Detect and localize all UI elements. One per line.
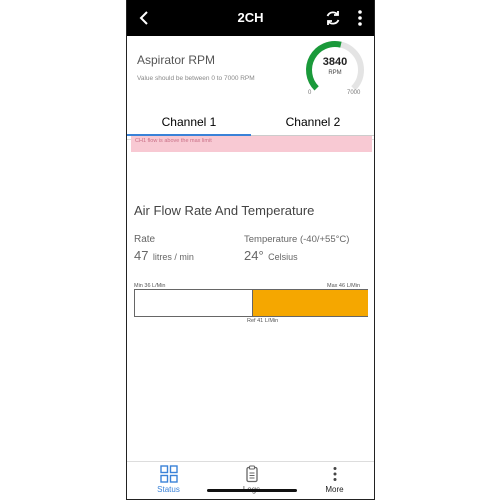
aspirator-rpm-card: Aspirator RPM Value should be between 0 … [127, 36, 374, 140]
flow-ref-label: Ref 41 L/Min [247, 318, 279, 324]
dots-vertical-icon [333, 467, 336, 481]
airflow-section-title: Air Flow Rate And Temperature [134, 203, 315, 218]
refresh-icon [326, 11, 340, 25]
rate-value-group: 47 litres / min [134, 247, 194, 265]
grid-icon [159, 465, 178, 483]
tab-channel-1[interactable]: Channel 1 [127, 109, 251, 135]
top-bar: 2CH [127, 0, 374, 36]
rpm-value: 3840 [322, 56, 348, 68]
tab-channel-2[interactable]: Channel 2 [251, 109, 374, 135]
nav-status-label: Status [157, 485, 180, 494]
temperature-value-group: 24° Celsius [244, 247, 298, 265]
alert-banner: CH1 flow is above the max limit [131, 136, 372, 152]
rate-value: 47 [134, 248, 149, 263]
aspirator-title: Aspirator RPM [137, 53, 216, 67]
nav-more-label: More [325, 485, 344, 494]
nav-status[interactable]: Status [127, 465, 210, 494]
gauge-max-label: 7000 [347, 90, 361, 96]
gauge-min-label: 0 [308, 90, 312, 96]
temperature-unit: Celsius [268, 252, 298, 262]
nav-more[interactable]: More [293, 465, 374, 494]
home-indicator [207, 489, 297, 492]
clipboard-icon [245, 465, 258, 483]
phone-screen: 2CH Aspirator RPM Value should be betwee… [126, 0, 375, 500]
temperature-value: 24° [244, 248, 264, 263]
refresh-button[interactable] [323, 8, 343, 28]
rate-label: Rate [134, 234, 156, 245]
flow-range-bar [134, 289, 368, 317]
rpm-unit: RPM [328, 70, 342, 76]
bottom-nav-divider [127, 461, 374, 462]
aspirator-hint: Value should be between 0 to 7000 RPM [137, 75, 255, 82]
more-options-button[interactable] [353, 8, 367, 28]
channel-tabs: Channel 1 Channel 2 [127, 109, 374, 136]
flow-bar-fill [252, 290, 368, 316]
temperature-label: Temperature (-40/+55°C) [244, 234, 350, 245]
rate-unit: litres / min [152, 252, 194, 262]
kebab-menu-icon [358, 10, 362, 26]
